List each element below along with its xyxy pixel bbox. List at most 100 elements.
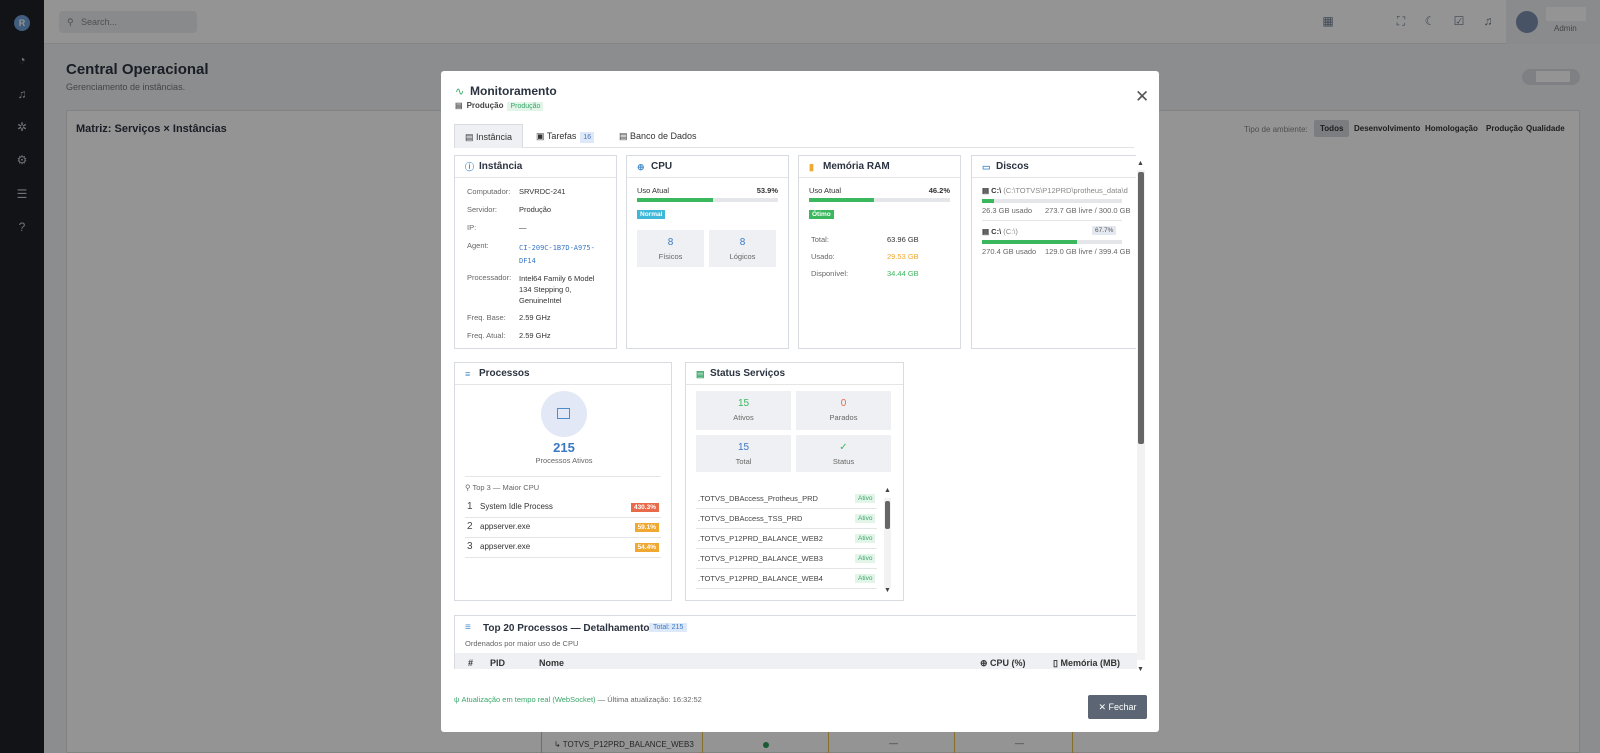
cpu-logical-box: 8 Lógicos xyxy=(709,230,776,267)
services-total-label: Total xyxy=(735,457,752,466)
scroll-up-icon[interactable]: ▲ xyxy=(884,487,891,494)
label-freq-atual: Freq. Atual: xyxy=(467,331,506,340)
modal-scrollbar[interactable] xyxy=(1137,170,1145,660)
col-memoria[interactable]: ▯ Memória (MB) xyxy=(1053,658,1120,669)
services-card-title: Status Serviços xyxy=(710,368,786,379)
cpu-card: ⊕ CPU Uso Atual 53.9% Normal 8 Físicos 8 … xyxy=(626,155,789,349)
label-agent: Agent: xyxy=(467,241,489,250)
disk-2-used: 270.4 GB usado xyxy=(982,247,1037,256)
col-nome[interactable]: Nome xyxy=(539,658,564,668)
check-circle-icon: ✓ xyxy=(839,442,848,453)
service-status: Ativo xyxy=(855,494,876,503)
disk-2-percent: 67.7% xyxy=(1092,226,1117,235)
disk-2-bar xyxy=(982,240,1122,244)
tab-instancia[interactable]: ▤ Instância xyxy=(454,124,524,148)
realtime-label: Atualização em tempo real (WebSocket) xyxy=(461,695,596,704)
top20-title: Top 20 Processos — Detalhamento xyxy=(483,623,650,634)
ram-status-badge: Ótimo xyxy=(809,210,834,219)
ram-usage-label: Uso Atual xyxy=(809,186,842,195)
modal-scroll-up-icon[interactable]: ▲ xyxy=(1137,160,1144,167)
processes-card-title: Processos xyxy=(479,368,530,379)
label-computador: Computador: xyxy=(467,187,511,196)
col-cpu[interactable]: ⊕ CPU (%) xyxy=(980,658,1026,669)
instance-card-title: Instância xyxy=(479,161,523,172)
service-status: Ativo xyxy=(855,534,876,543)
ram-free-label: Disponível: xyxy=(811,269,849,278)
ram-total-label: Total: xyxy=(811,235,829,244)
scroll-down-icon[interactable]: ▼ xyxy=(884,587,891,594)
rank-3: 3 xyxy=(467,541,473,552)
service-name: .TOTVS_P12PRD_BALANCE_WEB3 xyxy=(698,554,823,563)
service-status: Ativo xyxy=(855,574,876,583)
window-icon xyxy=(541,391,587,437)
disk-2-header: ▤ C:\ (C:\) xyxy=(982,227,1018,236)
cpu-logical-label: Lógicos xyxy=(729,252,756,261)
top-process-name: appserver.exe xyxy=(480,522,531,531)
services-total-box: 15 Total xyxy=(696,435,791,472)
services-status-box: ✓ Status xyxy=(796,435,891,472)
services-scrollbar[interactable] xyxy=(884,498,891,588)
tab-tarefas[interactable]: ▣ Tarefas 16 xyxy=(526,124,604,148)
label-ip: IP: xyxy=(467,223,477,232)
close-button[interactable]: ✕ Fechar xyxy=(1088,695,1147,719)
modal-scroll-down-icon[interactable]: ▼ xyxy=(1137,666,1144,673)
services-active-box: 15 Ativos xyxy=(696,391,791,430)
services-stopped-count: 0 xyxy=(840,398,847,409)
disk-icon: ▭ xyxy=(982,162,991,172)
cpu-physical-label: Físicos xyxy=(658,252,683,261)
list-icon: ≡ xyxy=(465,369,471,379)
col-index[interactable]: # xyxy=(468,658,473,668)
service-status: Ativo xyxy=(855,514,876,523)
processes-count: 215 xyxy=(553,440,575,455)
disk-1-header: ▤ C:\ (C:\TOTVS\P12PRD\protheus_data\d xyxy=(982,186,1128,195)
top20-table-header: # PID Nome ⊕ CPU (%) ▯ Memória (MB) xyxy=(455,653,1137,669)
top20-total-badge: Total: 215 xyxy=(649,623,688,632)
services-active-label: Ativos xyxy=(733,413,754,422)
last-update: — Última atualização: 16:32:52 xyxy=(597,695,702,704)
label-servidor: Servidor: xyxy=(467,205,498,214)
database-icon: ▤ xyxy=(455,101,463,110)
ram-used-value: 29.53 GB xyxy=(887,252,919,261)
disks-card-title: Discos xyxy=(996,161,1029,172)
modal-env: ▤ Produção Produção xyxy=(455,101,544,111)
value-processador: Intel64 Family 6 Model 134 Stepping 0, G… xyxy=(519,274,595,305)
ram-total-value: 63.96 GB xyxy=(887,235,919,244)
ram-used-label: Usado: xyxy=(811,252,835,261)
ram-card-title: Memória RAM xyxy=(823,161,890,172)
top-process-name: appserver.exe xyxy=(480,542,531,551)
top-process-cpu: 59.1% xyxy=(634,523,659,532)
service-name: .TOTVS_DBAccess_Protheus_PRD xyxy=(698,494,818,503)
value-computador: SRVRDC-241 xyxy=(519,187,566,196)
disk-2-free: 129.0 GB livre / 399.4 GB xyxy=(1045,247,1131,256)
disk-1-free: 273.7 GB livre / 300.0 GB xyxy=(1045,206,1131,215)
top-process-name: System Idle Process xyxy=(480,502,553,511)
top3-label: ⚲ Top 3 — Maior CPU xyxy=(465,483,540,492)
ram-usage-bar xyxy=(809,198,950,202)
processes-card: ≡ Processos 215 Processos Ativos ⚲ Top 3 … xyxy=(454,362,672,601)
services-total-count: 15 xyxy=(737,442,750,453)
services-status-label: Status xyxy=(832,457,855,466)
rank-1: 1 xyxy=(467,501,473,512)
services-stopped-label: Parados xyxy=(829,413,858,422)
cpu-physical-box: 8 Físicos xyxy=(637,230,704,267)
disk-1-used: 26.3 GB usado xyxy=(982,206,1033,215)
cpu-card-title: CPU xyxy=(651,161,673,172)
top20-card: ≡ Top 20 Processos — Detalhamento Total:… xyxy=(454,615,1137,669)
modal-footer-status: ψ Atualização em tempo real (WebSocket) … xyxy=(454,695,702,704)
ram-free-value: 34.44 GB xyxy=(887,269,919,278)
service-status: Ativo xyxy=(855,554,876,563)
processes-count-label: Processos Ativos xyxy=(535,456,593,465)
ram-usage-value: 46.2% xyxy=(928,186,950,195)
cpu-icon: ⊕ xyxy=(637,162,645,172)
ram-card: ▮ Memória RAM Uso Atual 46.2% Ótimo Total… xyxy=(798,155,961,349)
tab-banco-de-dados[interactable]: ▤ Banco de Dados xyxy=(609,124,707,148)
value-ip: — xyxy=(519,223,527,232)
value-freq-atual: 2.59 GHz xyxy=(519,331,551,340)
service-name: .TOTVS_P12PRD_BALANCE_WEB2 xyxy=(698,534,823,543)
close-icon[interactable]: ✕ xyxy=(1135,87,1149,107)
label-freq-base: Freq. Base: xyxy=(467,313,506,322)
top-process-cpu: 54.4% xyxy=(634,543,659,552)
memory-icon: ▮ xyxy=(809,162,814,172)
value-agent: CI-209C-1B7D-A975-DF14 xyxy=(519,244,595,265)
col-pid[interactable]: PID xyxy=(490,658,505,668)
